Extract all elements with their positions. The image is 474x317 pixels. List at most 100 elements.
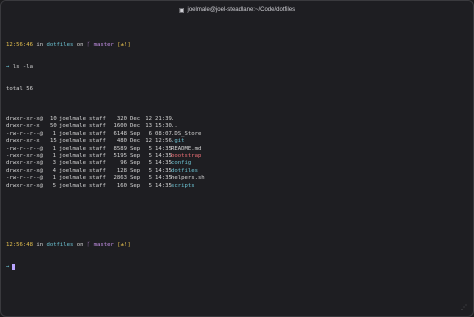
listing-month: Sep	[130, 145, 141, 152]
resize-grip-icon[interactable]: ⋰	[461, 304, 467, 311]
listing-month: Sep	[130, 152, 141, 159]
listing-row: -rwxr-xr-x@ 1 joelmale staff 5195 Sep 5 14:35 bo…	[6, 153, 468, 160]
listing-group: staff	[89, 130, 106, 137]
prompt-on: on	[76, 41, 84, 48]
listing-day: 13	[145, 123, 152, 130]
listing-clock: 21:39	[155, 115, 172, 122]
listing-size: 8589	[113, 145, 127, 152]
prompt-in: in	[36, 41, 44, 48]
listing-row: drwxr-xr-x@ 4 joelmale staff 128 Sep 5 14:35 dot…	[6, 168, 468, 175]
listing-day: 6	[148, 130, 152, 137]
listing-clock: 14:35	[155, 152, 172, 159]
listing-day: 12	[145, 115, 152, 122]
listing-owner: joelmale	[59, 138, 86, 145]
listing-owner: joelmale	[59, 152, 86, 159]
listing-clock: 14:35	[155, 160, 172, 167]
listing-perm: -rw-r--r--@	[6, 175, 44, 182]
text-cursor	[12, 263, 16, 270]
listing-clock: 14:35	[155, 167, 172, 174]
listing-row: -rw-r--r--@ 1 joelmale staff 8589 Sep 5 14:35 RE…	[6, 146, 468, 153]
listing-group: staff	[89, 160, 106, 167]
listing-clock: 12:56	[155, 138, 172, 145]
listing-links: 15	[50, 138, 57, 145]
listing-owner: joelmale	[59, 130, 86, 137]
prompt-in: in	[36, 241, 44, 248]
input-line[interactable]: →	[6, 263, 468, 271]
listing-owner: joelmale	[59, 123, 86, 130]
listing-owner: joelmale	[59, 115, 86, 122]
terminal-icon: ▣	[178, 7, 185, 14]
listing-perm: drwxr-xr-x@	[6, 160, 44, 167]
listing-perm: drwxr-xr-x@	[6, 167, 44, 174]
prompt-status: [±!]	[117, 41, 131, 48]
command-text: ls -la	[12, 64, 33, 71]
listing-row: drwxr-xr-x@ 3 joelmale staff 96 Sep 5 14:35 conf…	[6, 160, 468, 167]
file-listing: drwxr-xr-x@ 10 joelmale staff 320 Dec 12 21:39.…	[6, 116, 468, 190]
listing-day: 5	[148, 145, 152, 152]
listing-month: Dec	[130, 138, 141, 145]
prompt-arrow: →	[6, 263, 10, 270]
listing-filename: dotfiles	[171, 167, 198, 174]
listing-links: 1	[52, 152, 56, 159]
listing-group: staff	[89, 123, 106, 130]
listing-group: staff	[89, 152, 106, 159]
terminal-output[interactable]: 12:56:46 in dotfiles on ᚴ master [±!] → …	[6, 27, 468, 286]
listing-filename: .DS_Store	[171, 130, 202, 137]
listing-size: 320	[116, 115, 127, 122]
listing-clock: 14:35	[155, 175, 172, 182]
listing-size: 480	[116, 138, 127, 145]
listing-perm: -rw-r--r--@	[6, 130, 44, 137]
prompt-branch: master	[93, 41, 114, 48]
listing-size: 96	[120, 160, 127, 167]
title-bar: ▣ joelmale@joel-steadlane:~/Code/dotfile…	[1, 1, 473, 19]
listing-day: 5	[148, 160, 152, 167]
listing-row: -rw-r--r--@ 1 joelmale staff 6148 Sep 6 08:07 .D…	[6, 131, 468, 138]
listing-links: 1	[52, 175, 56, 182]
listing-day: 5	[148, 167, 152, 174]
listing-filename: bootstrap	[171, 152, 202, 159]
listing-row: drwxr-xr-x 50 joelmale staff 1600 Dec 13 15:30.…	[6, 123, 468, 130]
listing-month: Sep	[130, 182, 141, 189]
listing-month: Dec	[130, 115, 141, 122]
listing-links: 4	[52, 167, 56, 174]
listing-filename: ..	[171, 123, 178, 130]
listing-links: 1	[52, 130, 56, 137]
listing-links: 50	[50, 123, 57, 130]
listing-owner: joelmale	[59, 167, 86, 174]
listing-group: staff	[89, 138, 106, 145]
listing-filename: scripts	[171, 182, 195, 189]
listing-links: 5	[52, 182, 56, 189]
listing-day: 5	[148, 182, 152, 189]
window-title: joelmale@joel-steadlane:~/Code/dotfiles	[187, 7, 296, 13]
prompt-line: 12:56:48 in dotfiles on ᚴ master [±!]	[6, 242, 468, 249]
listing-size: 5195	[113, 152, 127, 159]
listing-perm: drwxr-xr-x	[6, 138, 40, 145]
listing-size: 2863	[113, 175, 127, 182]
command-line: → ls -la	[6, 64, 468, 71]
listing-perm: drwxr-xr-x@	[6, 182, 44, 189]
listing-filename: .	[171, 115, 175, 122]
listing-perm: -rwxr-xr-x@	[6, 152, 44, 159]
listing-links: 3	[52, 160, 56, 167]
listing-clock: 14:35	[155, 145, 172, 152]
listing-filename: .git	[171, 138, 185, 145]
listing-size: 6148	[113, 130, 127, 137]
listing-day: 5	[148, 152, 152, 159]
listing-group: staff	[89, 175, 106, 182]
listing-group: staff	[89, 182, 106, 189]
listing-group: staff	[89, 115, 106, 122]
prompt-line: 12:56:46 in dotfiles on ᚴ master [±!]	[6, 42, 468, 49]
listing-row: drwxr-xr-x@ 5 joelmale staff 160 Sep 5 14:35 scr…	[6, 183, 468, 190]
listing-month: Sep	[130, 167, 141, 174]
listing-month: Dec	[130, 123, 141, 130]
listing-filename: config	[171, 160, 192, 167]
listing-links: 1	[52, 145, 56, 152]
listing-owner: joelmale	[59, 182, 86, 189]
listing-perm: drwxr-xr-x	[6, 123, 40, 130]
prompt-time: 12:56:48	[6, 241, 33, 248]
listing-group: staff	[89, 167, 106, 174]
prompt-branch: master	[93, 241, 114, 248]
listing-day: 5	[148, 175, 152, 182]
listing-month: Sep	[130, 130, 141, 137]
listing-owner: joelmale	[59, 175, 86, 182]
